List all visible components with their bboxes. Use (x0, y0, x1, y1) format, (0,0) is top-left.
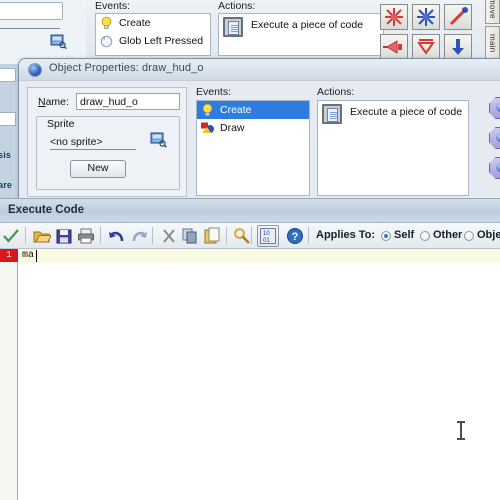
print-icon[interactable] (77, 227, 95, 245)
name-label-rest: ame: (45, 96, 69, 108)
create-moving-icon[interactable] (412, 4, 440, 30)
object-action-palette (475, 83, 500, 199)
code-toolbar: 10 01 ? Applies To: Self Other Object (0, 223, 500, 249)
list-item-label: Create (220, 104, 252, 116)
background-actions-list[interactable]: Execute a piece of code (218, 13, 384, 56)
code-line-text: ma (22, 250, 35, 261)
background-events-list[interactable]: Create Glob Left Pressed (95, 13, 211, 56)
move-direction-icon[interactable] (380, 34, 408, 60)
clipped-background-text: sis (0, 150, 12, 160)
list-item-label: Draw (220, 122, 245, 134)
jump-position-icon[interactable] (412, 34, 440, 60)
svg-text:01: 01 (263, 238, 270, 244)
undo-icon[interactable] (108, 227, 126, 245)
code-window-title: Execute Code (8, 204, 85, 216)
svg-text:?: ? (292, 231, 299, 243)
paste-icon[interactable] (203, 227, 221, 245)
object-events-label: Events: (196, 86, 232, 98)
list-item[interactable]: Execute a piece of code (219, 14, 383, 40)
help-icon[interactable]: ? (286, 227, 304, 245)
list-item[interactable]: Create (197, 101, 309, 119)
object-properties-dialog[interactable]: Object Properties: draw_hud_o Name: draw… (18, 58, 500, 199)
object-dialog-title: Object Properties: draw_hud_o (49, 62, 204, 74)
background-actions-label: Actions: (218, 0, 256, 12)
name-label: Name: (38, 96, 69, 108)
background-name-field[interactable] (0, 2, 63, 20)
background-object-window: Events: Create Glob Left Pressed Actions… (0, 0, 500, 64)
list-item[interactable]: Execute a piece of code (318, 101, 468, 127)
object-dialog-body: Name: draw_hud_o Sprite <no sprite> New … (19, 81, 500, 199)
list-item-label: Glob Left Pressed (119, 35, 204, 47)
cut-icon[interactable] (160, 227, 178, 245)
sprite-browse-icon[interactable] (150, 132, 167, 148)
align-down-icon[interactable] (444, 34, 472, 60)
clock-arrow-icon (100, 35, 113, 48)
copy-icon[interactable] (181, 227, 199, 245)
action-palette: move main (380, 0, 500, 64)
line-number: 1 (0, 249, 18, 262)
object-dialog-titlebar[interactable]: Object Properties: draw_hud_o (19, 59, 500, 81)
object-actions-label: Actions: (317, 86, 355, 98)
applies-to-label: Applies To: (316, 229, 376, 241)
radio-self[interactable] (381, 231, 391, 241)
palette-tab-label: main (488, 34, 497, 53)
radio-self-label: Self (394, 229, 415, 241)
draw-shapes-icon (201, 122, 214, 133)
action-octagon-icon[interactable] (489, 97, 500, 119)
sprite-value[interactable]: <no sprite> (50, 136, 136, 150)
radio-other-label: Other (433, 229, 463, 241)
find-icon[interactable] (233, 227, 251, 245)
clipped-background-text: are (0, 180, 13, 190)
list-item-label: Create (119, 17, 151, 29)
list-item[interactable]: Draw (197, 119, 309, 137)
action-octagon-icon[interactable] (489, 127, 500, 149)
action-octagon-icon[interactable] (489, 157, 500, 179)
lightbulb-icon (101, 16, 112, 29)
clipped-background-field (0, 68, 16, 82)
current-line-highlight (19, 249, 500, 263)
sprite-browse-icon[interactable] (50, 34, 67, 49)
change-instance-icon[interactable] (444, 4, 472, 30)
palette-tab-main[interactable]: main (485, 26, 500, 60)
code-page-icon (322, 104, 342, 124)
list-item[interactable]: Glob Left Pressed (96, 32, 210, 50)
code-editor[interactable]: 1 ma (0, 249, 500, 500)
object-name-input[interactable]: draw_hud_o (76, 93, 180, 110)
sprite-group-label: Sprite (44, 118, 78, 130)
list-item-label: Execute a piece of code (251, 19, 364, 31)
palette-tab-strip: move main (484, 0, 500, 62)
blue-sphere-icon (29, 64, 41, 76)
radio-object-label: Object (477, 229, 500, 241)
background-sprite-underline (0, 28, 60, 29)
lightbulb-icon (202, 103, 213, 116)
open-folder-icon[interactable] (33, 227, 51, 245)
object-events-list[interactable]: Create Draw (196, 100, 310, 196)
code-page-icon (223, 17, 243, 37)
code-gutter: 1 (0, 249, 18, 500)
clipped-background-field (0, 112, 16, 126)
variables-icon[interactable]: 10 01 (257, 225, 279, 247)
mouse-cursor-ibeam (457, 420, 466, 441)
code-window-titlebar[interactable]: Execute Code (0, 199, 500, 223)
list-item[interactable]: Create (96, 14, 210, 32)
text-caret (36, 250, 37, 262)
palette-tab-move[interactable]: move (485, 0, 500, 24)
radio-other[interactable] (420, 231, 430, 241)
object-left-panel: Name: draw_hud_o Sprite <no sprite> New (27, 87, 187, 197)
palette-tab-label: move (488, 0, 497, 19)
ok-check-icon[interactable] (2, 227, 20, 245)
screen: Events: Create Glob Left Pressed Actions… (0, 0, 500, 500)
background-sprite-pane (0, 0, 86, 64)
svg-text:10: 10 (263, 231, 270, 237)
create-instance-icon[interactable] (380, 4, 408, 30)
redo-icon[interactable] (130, 227, 148, 245)
new-sprite-button[interactable]: New (70, 160, 126, 178)
radio-object[interactable] (464, 231, 474, 241)
background-events-label: Events: (95, 0, 131, 12)
execute-code-window: Execute Code 10 01 ? Applies To: Self Ot… (0, 198, 500, 500)
list-item-label: Execute a piece of code (350, 106, 463, 118)
save-disk-icon[interactable] (55, 227, 73, 245)
object-actions-list[interactable]: Execute a piece of code (317, 100, 469, 196)
